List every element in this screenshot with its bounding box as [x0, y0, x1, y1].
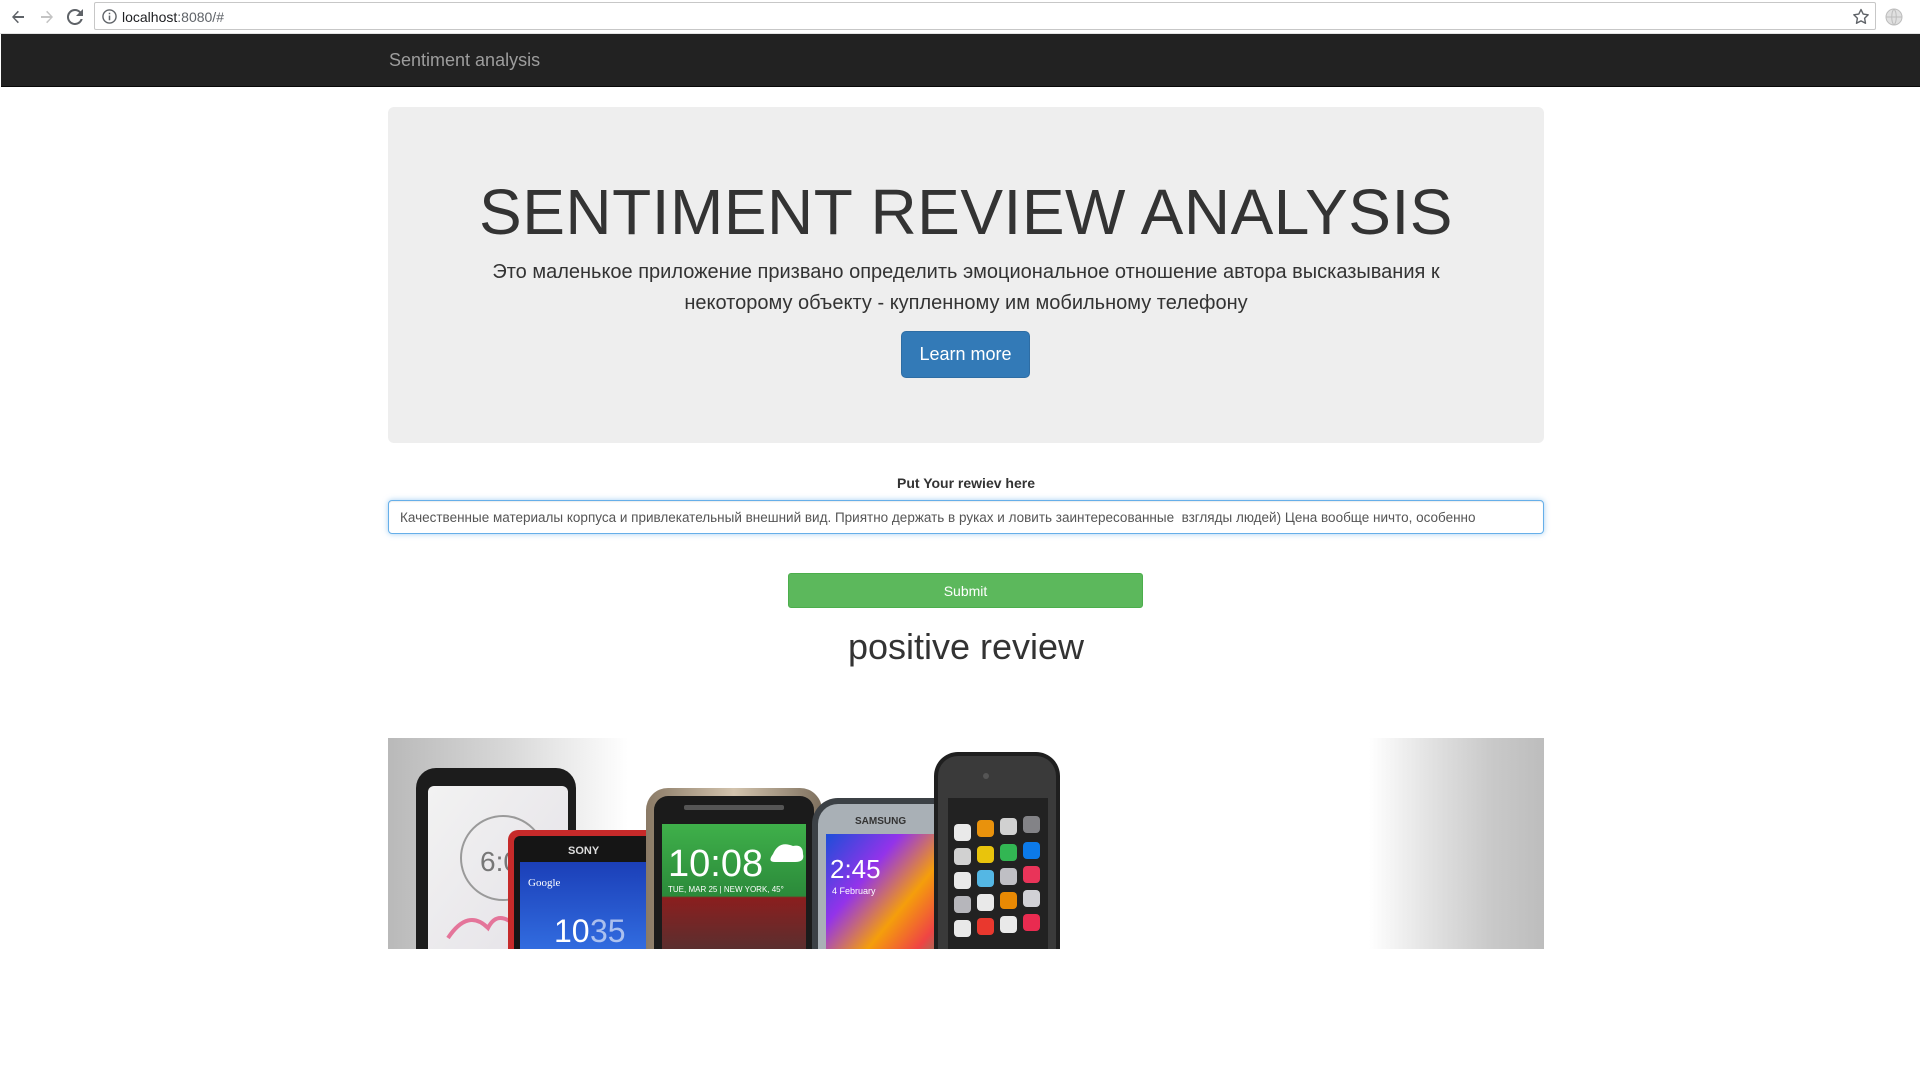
navbar-brand[interactable]: Sentiment analysis	[389, 50, 540, 71]
phones-illustration: 6:0 SONY Google 10 35 10:08 TUE, MAR 25 …	[416, 752, 1060, 949]
url-text: localhost:8080/#	[122, 9, 224, 25]
page-title: SENTIMENT REVIEW ANALYSIS	[479, 176, 1453, 248]
info-icon[interactable]	[102, 9, 117, 24]
learn-more-button[interactable]: Learn more	[901, 331, 1030, 378]
sony-phone: SONY Google 10 35	[508, 830, 658, 949]
jumbotron: SENTIMENT REVIEW ANALYSIS Это маленькое …	[388, 107, 1544, 443]
image-fade-right	[1369, 738, 1544, 949]
sony-time: 10	[554, 913, 590, 949]
google-label: Google	[528, 877, 561, 889]
star-icon[interactable]	[1851, 7, 1871, 27]
samsung-brand: SAMSUNG	[855, 816, 906, 827]
sony-time-min: 35	[590, 913, 626, 949]
sony-brand: SONY	[568, 845, 600, 857]
sentiment-result: positive review	[847, 626, 1085, 667]
samsung-date: 4 February	[832, 886, 876, 896]
htc-date: TUE, MAR 25 | NEW YORK, 45°	[668, 885, 784, 894]
reload-icon	[67, 9, 83, 25]
extension-icon[interactable]	[1884, 7, 1904, 27]
forward-button[interactable]	[33, 3, 61, 31]
back-icon	[12, 10, 24, 24]
iphone	[934, 752, 1060, 949]
forward-icon	[41, 10, 53, 24]
submit-button[interactable]: Submit	[788, 573, 1143, 608]
review-input[interactable]	[388, 500, 1544, 534]
samsung-time: 2:45	[830, 854, 881, 884]
browser-toolbar: localhost:8080/#	[0, 0, 1920, 34]
reload-button[interactable]	[61, 3, 89, 31]
address-bar[interactable]: localhost:8080/#	[94, 2, 1876, 30]
htc-time: 10:08	[668, 843, 763, 885]
htc-phone: 10:08 TUE, MAR 25 | NEW YORK, 45°	[646, 788, 822, 949]
app-description: Это маленькое приложение призвано опреде…	[492, 261, 1440, 314]
back-button[interactable]	[4, 3, 32, 31]
review-label: Put Your rewiev here	[897, 475, 1035, 491]
navbar: Sentiment analysis	[1, 34, 1920, 87]
phones-image: 6:0 SONY Google 10 35 10:08 TUE, MAR 25 …	[388, 738, 1544, 949]
